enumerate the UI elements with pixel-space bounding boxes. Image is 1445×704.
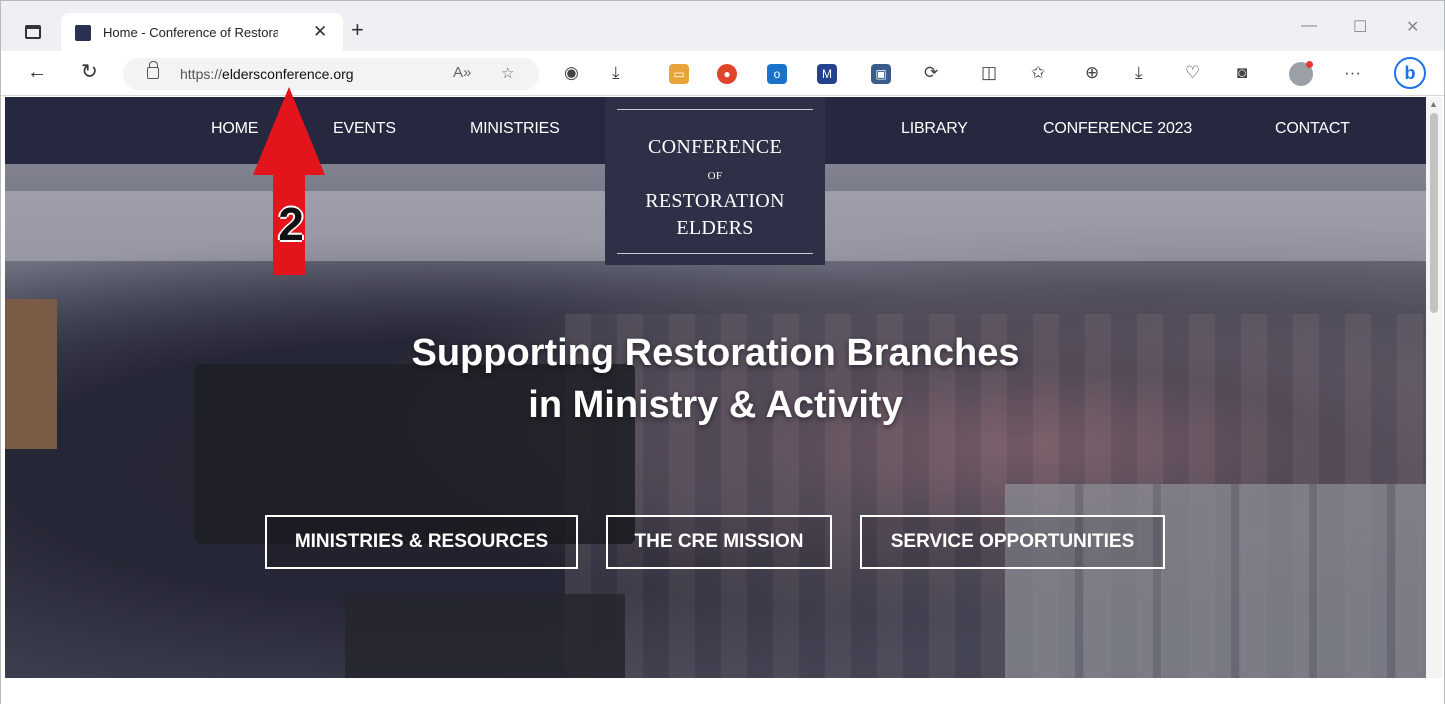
split-screen-icon[interactable]: ◫ <box>981 62 997 84</box>
nav-ministries[interactable]: MINISTRIES <box>470 120 560 138</box>
image-extension-icon[interactable]: ▣ <box>871 64 891 84</box>
cre-mission-button[interactable]: THE CRE MISSION <box>606 515 832 569</box>
malwarebytes-extension-icon[interactable]: M <box>817 64 837 84</box>
puzzle-extension-icon[interactable]: ⟳ <box>924 62 938 84</box>
url-text[interactable]: https://eldersconference.org <box>180 66 354 82</box>
annotation-number: 2 <box>278 198 304 250</box>
hero-chairs <box>1005 484 1426 678</box>
bing-copilot-icon[interactable]: b <box>1394 57 1426 89</box>
browser-essentials-icon[interactable]: ◙ <box>1237 62 1247 84</box>
window-menu-icon[interactable] <box>25 25 41 39</box>
download-extension-icon[interactable]: ⤓ <box>612 62 620 84</box>
more-options-icon[interactable]: ··· <box>1344 62 1361 84</box>
profile-status-badge <box>1306 61 1313 68</box>
service-opportunities-button[interactable]: SERVICE OPPORTUNITIES <box>860 515 1165 569</box>
maximize-icon[interactable]: ☐ <box>1353 17 1367 37</box>
back-icon[interactable]: ← <box>27 61 47 83</box>
nav-home[interactable]: HOME <box>211 120 258 138</box>
outlook-extension-icon[interactable]: o <box>767 64 787 84</box>
logo-line-restoration: RESTORATION <box>645 190 785 212</box>
headline-line-1: Supporting Restoration Branches <box>411 332 1020 374</box>
downloads-icon[interactable]: ⤓ <box>1135 62 1143 84</box>
page-below-fold <box>1 678 1444 704</box>
headline-line-2: in Ministry & Activity <box>528 384 903 426</box>
browser-window: Home - Conference of Restoratio ✕ + — ☐ … <box>0 0 1445 704</box>
favorite-star-icon[interactable]: ☆ <box>501 64 514 82</box>
logo-rule-bottom <box>617 253 813 254</box>
lock-icon[interactable] <box>147 61 159 79</box>
read-aloud-icon[interactable]: A» <box>453 64 471 81</box>
nav-conference-2023[interactable]: CONFERENCE 2023 <box>1043 120 1192 138</box>
favorites-icon[interactable]: ✩ <box>1031 62 1045 84</box>
logo-rule-top <box>617 109 813 110</box>
ublock-extension-icon[interactable]: ● <box>717 64 737 84</box>
web-page: HOME EVENTS MINISTRIES LIBRARY CONFERENC… <box>5 97 1426 678</box>
nav-contact[interactable]: CONTACT <box>1275 120 1350 138</box>
ministries-resources-button[interactable]: MINISTRIES & RESOURCES <box>265 515 578 569</box>
refresh-icon[interactable]: ↻ <box>81 61 98 83</box>
browser-toolbar: ← ↻ https://eldersconference.org A» ☆ ◉ … <box>1 51 1444 96</box>
hero-headline: Supporting Restoration Branches in Minis… <box>5 327 1426 431</box>
logo-line-conference: CONFERENCE <box>647 136 783 158</box>
address-bar[interactable]: https://eldersconference.org A» ☆ <box>123 58 539 90</box>
minimize-icon[interactable]: — <box>1301 17 1317 35</box>
hero-piano-bench <box>345 594 625 678</box>
browser-tab[interactable]: Home - Conference of Restoratio ✕ <box>61 13 343 53</box>
scroll-up-icon[interactable]: ▲ <box>1429 99 1438 109</box>
nav-events[interactable]: EVENTS <box>333 120 396 138</box>
health-icon[interactable]: ♡ <box>1185 62 1200 84</box>
tab-close-icon[interactable]: ✕ <box>313 22 327 42</box>
folder-extension-icon[interactable]: ▭ <box>669 64 689 84</box>
scroll-thumb[interactable] <box>1430 113 1438 313</box>
title-bar: Home - Conference of Restoratio ✕ + — ☐ … <box>1 1 1444 53</box>
logo-line-elders: ELDERS <box>676 217 754 239</box>
logo-line-of: OF <box>707 170 723 182</box>
collections-icon[interactable]: ⊕ <box>1085 62 1099 84</box>
nav-library[interactable]: LIBRARY <box>901 120 968 138</box>
page-scrollbar[interactable]: ▲ <box>1426 97 1442 678</box>
tab-title: Home - Conference of Restoratio <box>103 25 278 40</box>
extension-icon[interactable]: ◉ <box>564 62 579 84</box>
close-window-icon[interactable]: ✕ <box>1406 17 1419 37</box>
site-logo[interactable]: CONFERENCE OF RESTORATION ELDERS <box>605 97 825 265</box>
new-tab-button[interactable]: + <box>351 19 364 41</box>
site-favicon-icon <box>75 25 91 41</box>
